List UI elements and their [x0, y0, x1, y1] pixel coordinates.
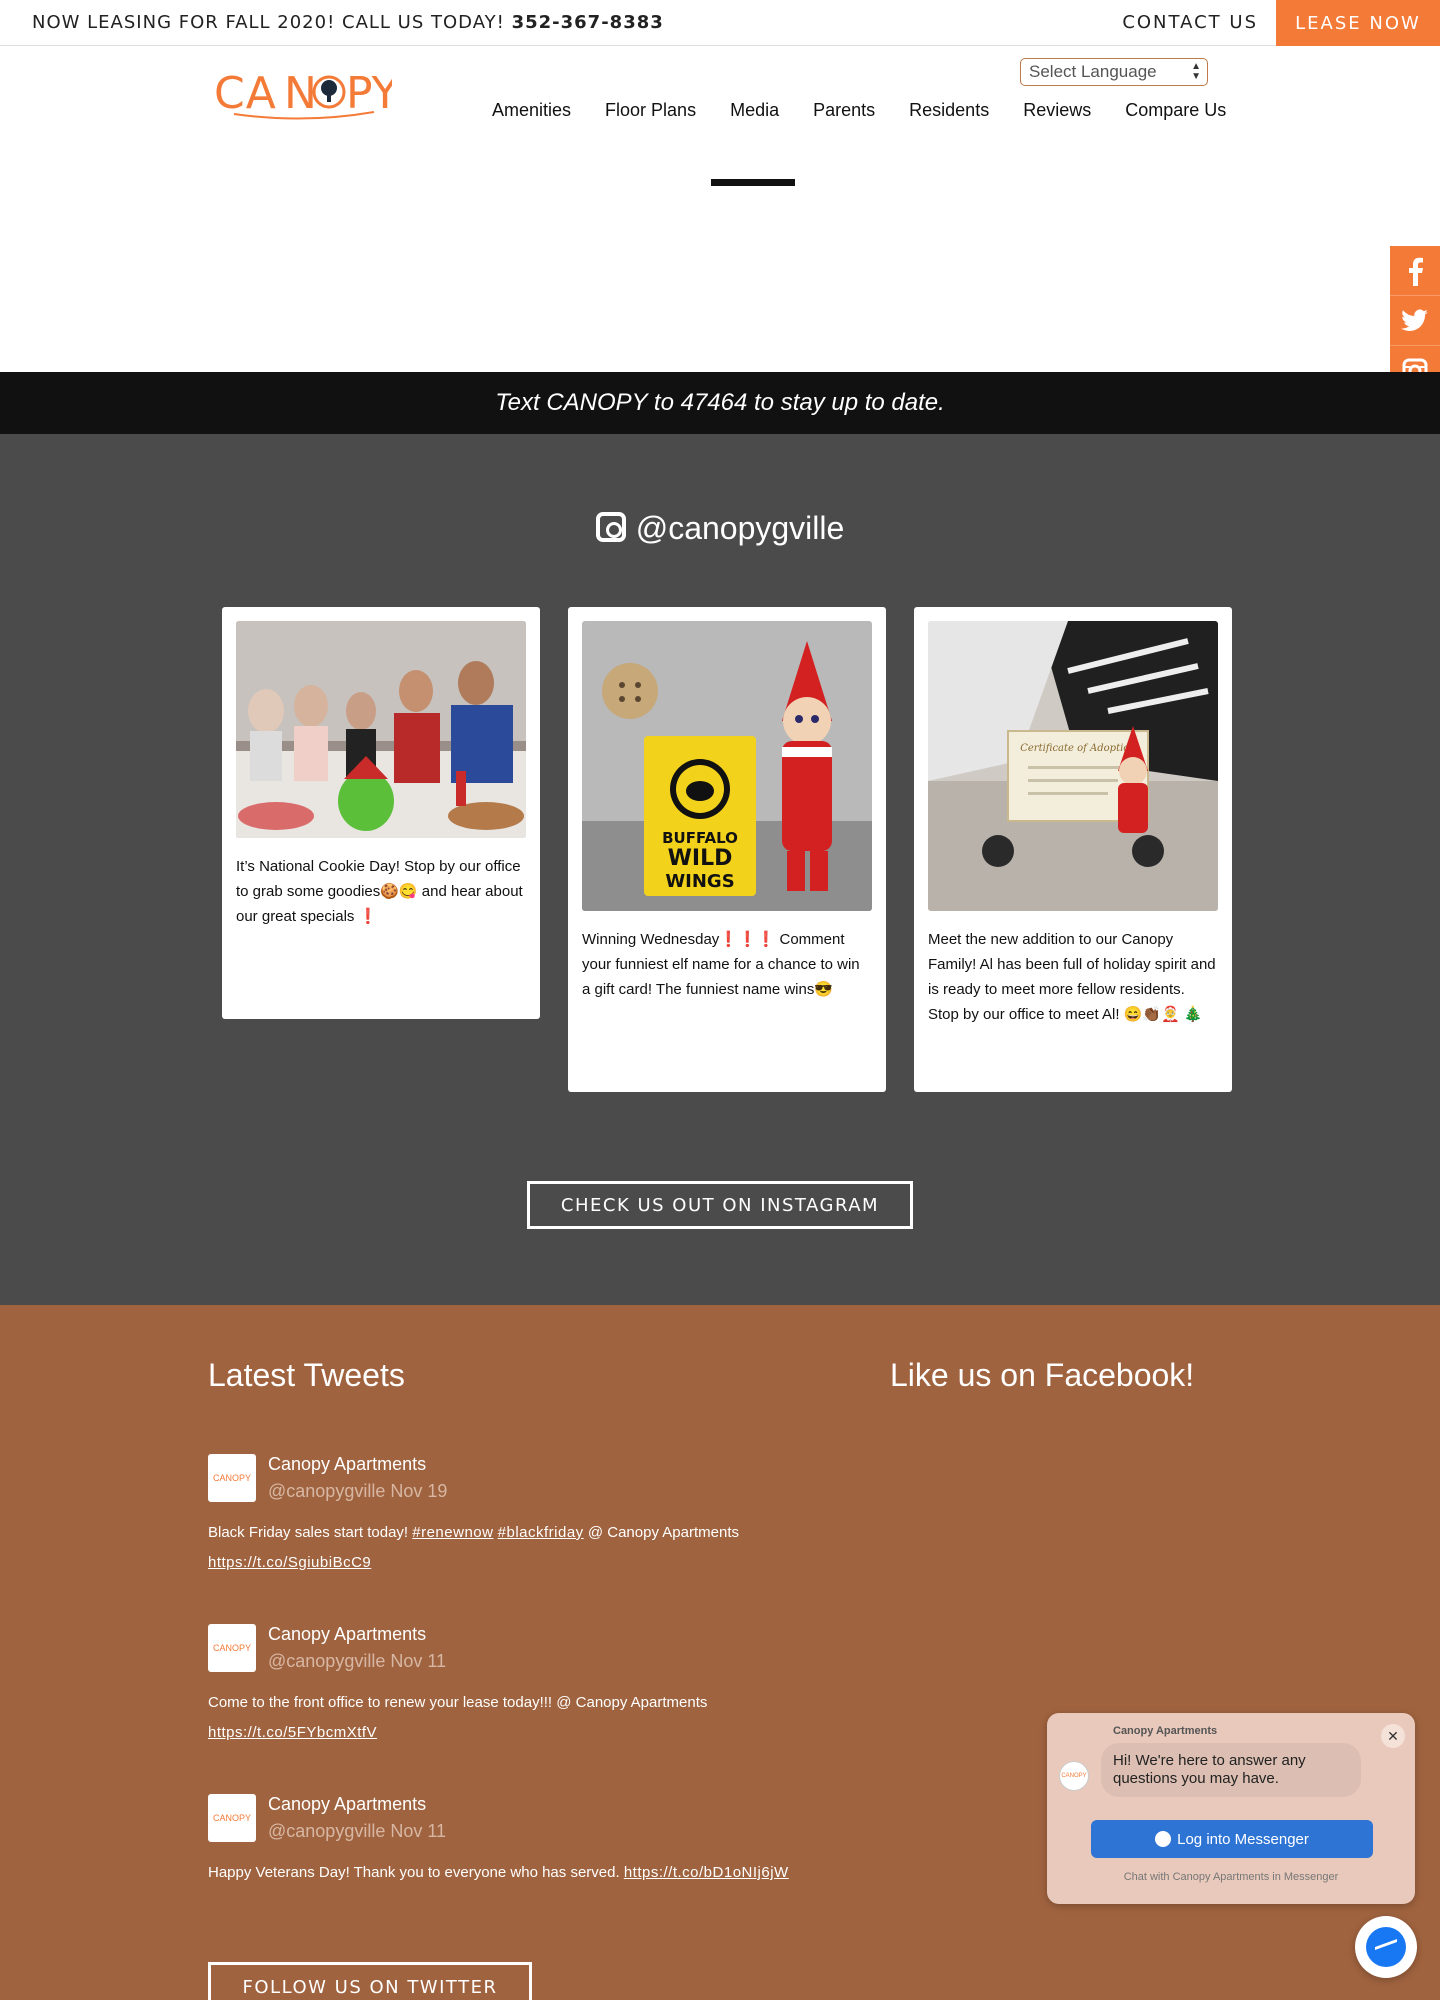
hashtag-link[interactable]: #renewnow: [412, 1524, 493, 1541]
post-caption: Meet the new addition to our Canopy Fami…: [928, 931, 1216, 1023]
messenger-login-label: Log into Messenger: [1177, 1830, 1309, 1848]
nav-reviews[interactable]: Reviews: [1023, 100, 1091, 121]
nav-compare-us[interactable]: Compare Us: [1125, 100, 1226, 121]
facebook-heading: Like us on Facebook!: [890, 1357, 1195, 1393]
instagram-handle[interactable]: @canopygville: [0, 510, 1440, 547]
svg-text:BUFFALO: BUFFALO: [662, 829, 738, 847]
tweet-author[interactable]: Canopy Apartments: [268, 1794, 426, 1815]
tweet-link[interactable]: https://t.co/5FYbcmXtfV: [208, 1724, 377, 1741]
messenger-page-name: Canopy Apartments: [1113, 1725, 1218, 1737]
svg-text:Certificate of Adoption: Certificate of Adoption: [1020, 743, 1136, 754]
nav-media[interactable]: Media: [730, 100, 779, 121]
post-photo-elf-adoption: Certificate of Adoption: [928, 621, 1218, 911]
tweet-author[interactable]: Canopy Apartments: [268, 1454, 426, 1475]
avatar[interactable]: CANOPY: [208, 1794, 256, 1842]
messenger-icon: [1155, 1831, 1172, 1847]
avatar[interactable]: CANOPY: [208, 1454, 256, 1502]
instagram-section: @canopygville It’s National Cookie Day! …: [0, 434, 1440, 1305]
language-select-value: Select Language: [1029, 62, 1157, 81]
avatar: CANOPY: [1059, 1761, 1089, 1791]
leasing-announcement: NOW LEASING FOR FALL 2020! CALL US TODAY…: [32, 12, 664, 33]
announcement-text: NOW LEASING FOR FALL 2020! CALL US TODAY…: [32, 12, 505, 33]
lease-now-button[interactable]: LEASE NOW: [1276, 0, 1440, 46]
messenger-chat-popup: Canopy Apartments ✕ CANOPY Hi! We're her…: [1047, 1713, 1415, 1904]
post-photo-cookie-day: [236, 621, 526, 838]
tweet: CANOPY Canopy Apartments @canopygville N…: [208, 1794, 848, 1904]
tweet-body-suffix: @ Canopy Apartments: [587, 1524, 739, 1541]
phone-link[interactable]: 352-367-8383: [512, 12, 664, 33]
svg-text:PY: PY: [346, 68, 392, 119]
tweet-body: Come to the front office to renew your l…: [208, 1694, 708, 1711]
tweet-text: Happy Veterans Day! Thank you to everyon…: [208, 1858, 848, 1888]
language-select[interactable]: Select Language ▲ ▼: [1020, 58, 1208, 86]
instagram-post[interactable]: It’s National Cookie Day! Stop by our of…: [222, 607, 540, 1019]
post-photo-gift-card: BUFFALO WILD WINGS: [582, 621, 872, 911]
canopy-logo-icon: CA N PY: [214, 68, 399, 120]
nav-parents[interactable]: Parents: [813, 100, 875, 121]
instagram-cta-button[interactable]: CHECK US OUT ON INSTAGRAM: [527, 1181, 913, 1229]
select-arrows-icon: ▲ ▼: [1191, 61, 1201, 82]
tweet-author[interactable]: Canopy Apartments: [268, 1624, 426, 1645]
tweet-body: Happy Veterans Day! Thank you to everyon…: [208, 1864, 620, 1881]
nav-residents[interactable]: Residents: [909, 100, 989, 121]
tweet-handle-date[interactable]: @canopygville Nov 11: [268, 1651, 446, 1672]
canopy-logo[interactable]: CA N PY: [214, 64, 399, 122]
tweet: CANOPY Canopy Apartments @canopygville N…: [208, 1454, 848, 1584]
tweet-text: Black Friday sales start today! #renewno…: [208, 1518, 848, 1578]
text-alert-message: Text CANOPY to 47464 to stay up to date.: [495, 389, 945, 416]
messenger-greeting: Hi! We're here to answer any questions y…: [1101, 1743, 1361, 1797]
messenger-launcher-button[interactable]: [1355, 1916, 1417, 1978]
instagram-handle-text: @canopygville: [635, 510, 845, 546]
svg-text:WILD: WILD: [668, 846, 733, 871]
messenger-login-button[interactable]: Log into Messenger: [1091, 1820, 1373, 1858]
tweet-handle-date[interactable]: @canopygville Nov 11: [268, 1821, 446, 1842]
twitter-icon: [1401, 308, 1428, 331]
avatar[interactable]: CANOPY: [208, 1624, 256, 1672]
tweet: CANOPY Canopy Apartments @canopygville N…: [208, 1624, 848, 1754]
post-caption: Winning Wednesday❗❗❗ Comment your funnie…: [582, 931, 860, 998]
instagram-post[interactable]: BUFFALO WILD WINGS Winning Wednesday❗❗❗ …: [568, 607, 886, 1092]
messenger-icon: [1366, 1927, 1406, 1967]
tweet-link[interactable]: https://t.co/SgiubiBcC9: [208, 1554, 371, 1571]
instagram-icon: [595, 512, 626, 542]
nav-floor-plans[interactable]: Floor Plans: [605, 100, 696, 121]
nav-amenities[interactable]: Amenities: [492, 100, 571, 121]
facebook-button[interactable]: [1390, 246, 1440, 296]
svg-text:CA: CA: [214, 68, 277, 119]
tweet-link[interactable]: https://t.co/bD1oNIj6jW: [624, 1864, 789, 1881]
messenger-footer-text: Chat with Canopy Apartments in Messenger: [1123, 1871, 1339, 1883]
follow-twitter-button[interactable]: FOLLOW US ON TWITTER: [208, 1962, 532, 2000]
svg-text:N: N: [284, 68, 317, 119]
close-icon[interactable]: ✕: [1381, 1724, 1405, 1748]
main-nav: Amenities Floor Plans Media Parents Resi…: [492, 100, 1226, 121]
svg-text:WINGS: WINGS: [665, 871, 734, 892]
contact-us-link[interactable]: CONTACT US: [1122, 12, 1258, 33]
top-bar: NOW LEASING FOR FALL 2020! CALL US TODAY…: [0, 0, 1440, 46]
tweet-text: Come to the front office to renew your l…: [208, 1688, 848, 1748]
tweet-body: Black Friday sales start today!: [208, 1524, 409, 1541]
section-divider: [711, 179, 795, 186]
hashtag-link[interactable]: #blackfriday: [498, 1524, 584, 1541]
text-alert-banner: Text CANOPY to 47464 to stay up to date.: [0, 372, 1440, 434]
post-caption: It’s National Cookie Day! Stop by our of…: [236, 858, 523, 925]
latest-tweets-heading: Latest Tweets: [208, 1357, 405, 1393]
instagram-post[interactable]: Certificate of Adoption Meet the new add…: [914, 607, 1232, 1092]
facebook-icon: [1409, 257, 1423, 286]
tweet-handle-date[interactable]: @canopygville Nov 19: [268, 1481, 447, 1502]
twitter-button[interactable]: [1390, 296, 1440, 346]
